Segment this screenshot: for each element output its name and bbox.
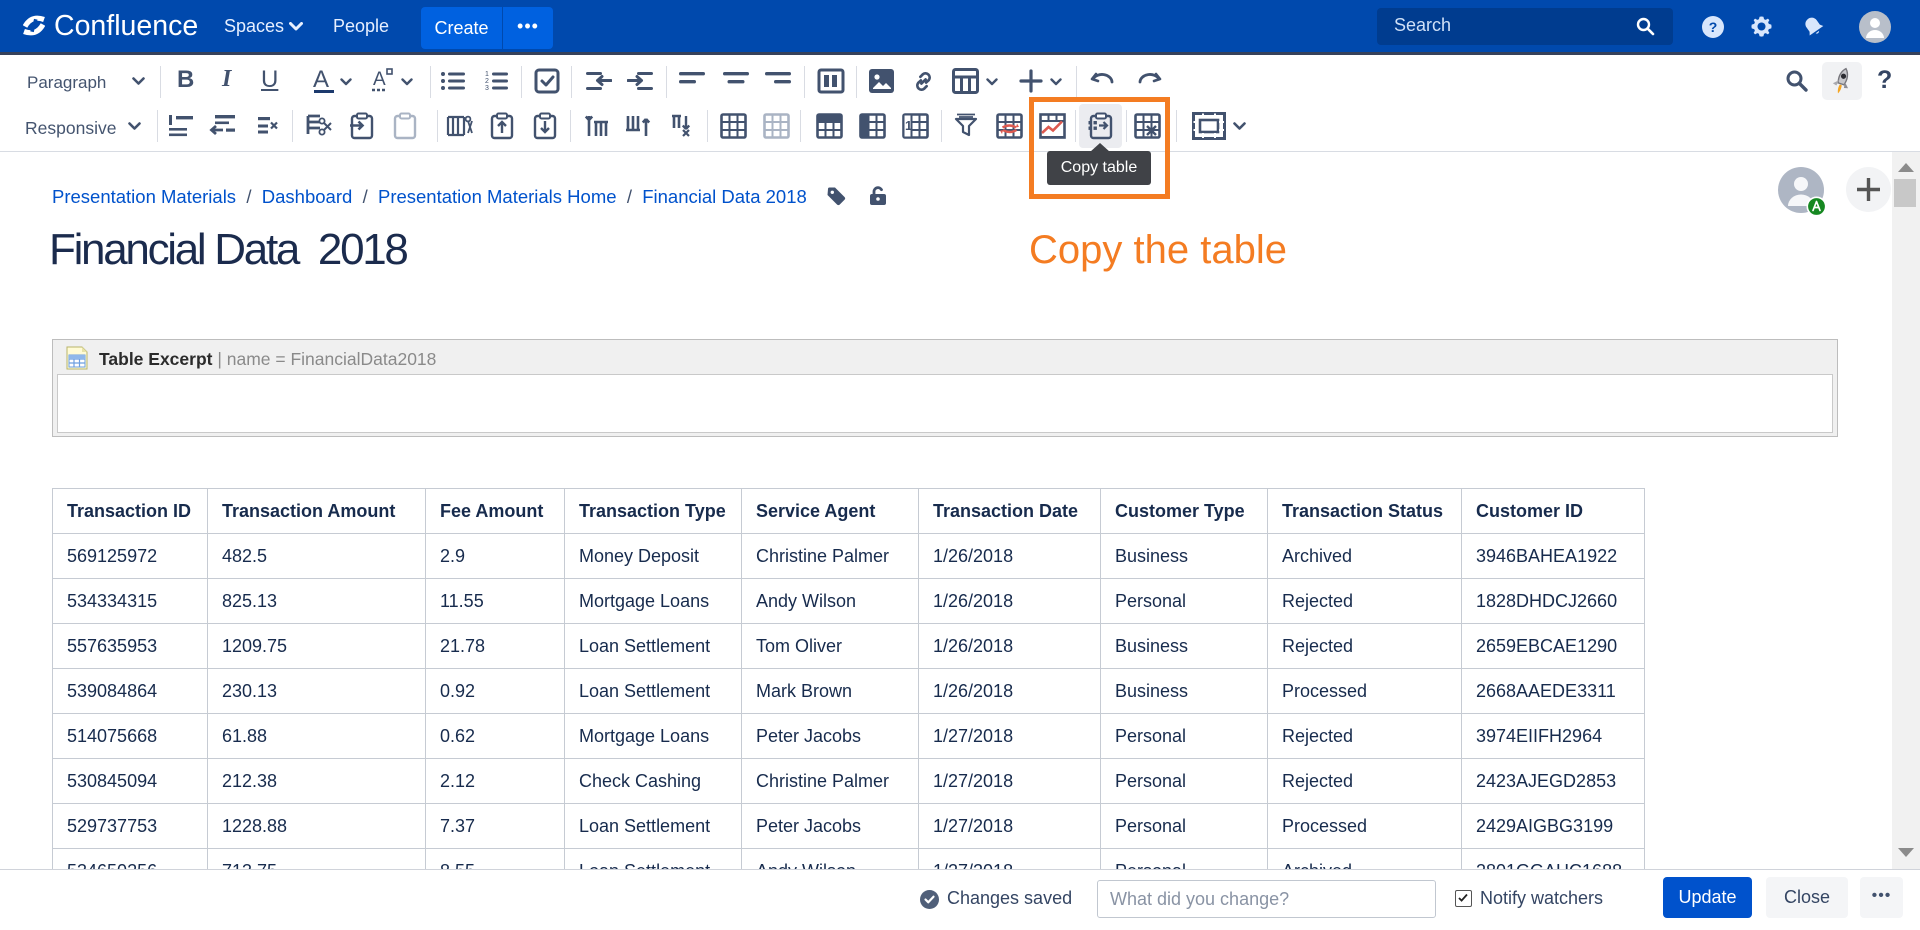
svg-text:1: 1: [905, 118, 912, 133]
svg-text:?: ?: [1709, 19, 1718, 35]
svg-text:1: 1: [485, 71, 489, 78]
svg-text:3: 3: [485, 85, 489, 92]
svg-text:A: A: [373, 69, 386, 90]
svg-text:2: 2: [485, 78, 489, 85]
